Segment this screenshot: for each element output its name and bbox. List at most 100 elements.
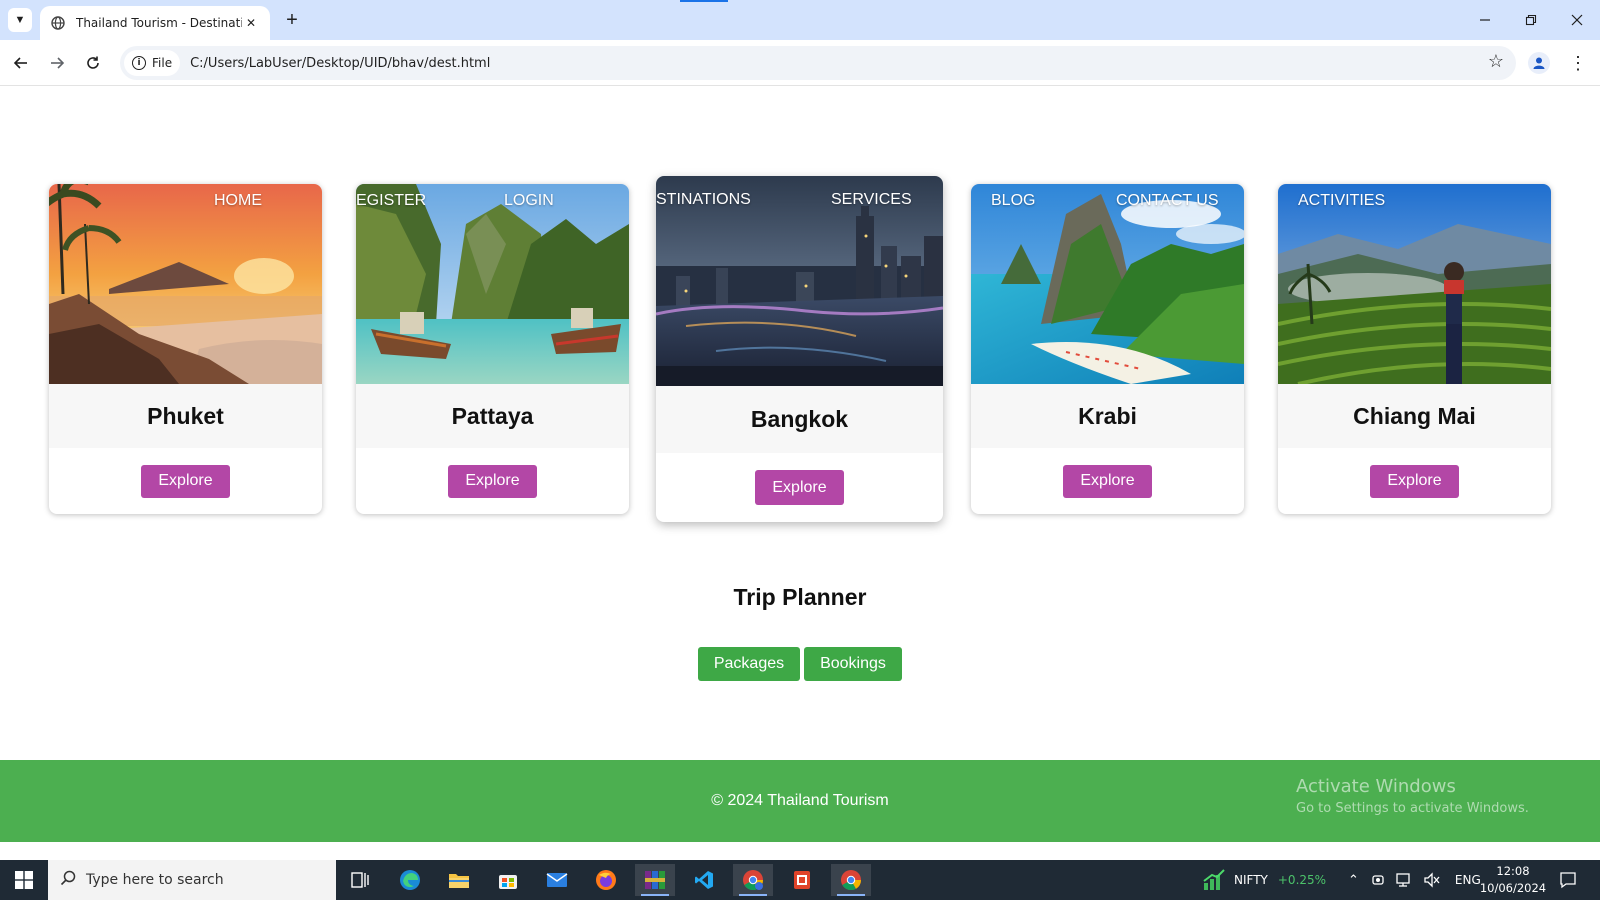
profile-avatar-icon[interactable]: [1528, 52, 1550, 74]
browser-toolbar: i File C:/Users/LabUser/Desktop/UID/bhav…: [0, 40, 1600, 86]
site-info-label: File: [152, 56, 173, 70]
windows-taskbar: Type here to search NIFTY +0.25% ⌃ ENG 1…: [0, 860, 1600, 900]
windows-logo-icon: [15, 871, 33, 889]
card-actions: Explore: [971, 448, 1244, 514]
chevron-up-icon[interactable]: ⌃: [1348, 873, 1359, 888]
bookmark-star-icon[interactable]: ☆: [1488, 51, 1504, 72]
taskbar-chrome[interactable]: [831, 864, 871, 896]
explore-button-phuket[interactable]: Explore: [141, 464, 230, 498]
taskbar-mail[interactable]: [537, 864, 577, 896]
destination-name: Krabi: [1078, 402, 1137, 429]
nav-link-destinations[interactable]: STINATIONS: [656, 191, 751, 209]
back-button[interactable]: [8, 50, 34, 76]
chrome-icon: [841, 870, 862, 891]
destination-card-chiang-mai: ACTIVITIES Chiang Mai Explore: [1278, 184, 1551, 514]
destination-card-bangkok: STINATIONS SERVICES Bangkok Explore: [656, 176, 943, 522]
taskbar-clock[interactable]: 12:08 10/06/2024: [1478, 863, 1548, 897]
meeting-camera-icon[interactable]: [1371, 872, 1385, 888]
explore-button-chiang-mai[interactable]: Explore: [1370, 464, 1459, 498]
bookings-button[interactable]: Bookings: [804, 647, 902, 681]
taskbar-file-explorer[interactable]: [439, 864, 479, 896]
volume-muted-icon[interactable]: [1423, 872, 1441, 888]
close-tab-icon[interactable]: ✕: [242, 16, 260, 30]
destination-card-krabi: BLOG CONTACT US Krabi Explore: [971, 184, 1244, 514]
task-view-icon: [351, 872, 369, 888]
start-button[interactable]: [0, 860, 48, 900]
input-language[interactable]: ENG: [1455, 873, 1481, 887]
browser-tab-active[interactable]: Thailand Tourism - Destinations ✕: [40, 6, 270, 40]
info-icon: i: [132, 56, 146, 70]
edge-browser-icon: [400, 870, 420, 890]
running-indicator: [739, 894, 767, 896]
stock-change: +0.25%: [1277, 873, 1327, 887]
notification-icon: [1560, 872, 1576, 889]
more-menu-icon[interactable]: ⋮: [1568, 50, 1588, 76]
taskbar-winrar[interactable]: [635, 864, 675, 896]
nav-link-activities[interactable]: ACTIVITIES: [1298, 192, 1385, 210]
running-indicator: [837, 894, 865, 896]
store-bag-icon: [499, 875, 517, 889]
card-actions: Explore: [1278, 448, 1551, 514]
reload-button[interactable]: [80, 50, 106, 76]
taskbar-chrome-profile[interactable]: [733, 864, 773, 896]
address-bar[interactable]: i File C:/Users/LabUser/Desktop/UID/bhav…: [120, 46, 1516, 80]
close-icon: [1571, 14, 1583, 26]
nav-link-contact-us[interactable]: CONTACT US: [1116, 192, 1219, 210]
explore-button-pattaya[interactable]: Explore: [448, 464, 537, 498]
chiang-mai-terraces-image: ACTIVITIES: [1278, 184, 1551, 384]
activate-windows-watermark: Activate Windows Go to Settings to activ…: [1296, 776, 1529, 816]
taskbar-vscode[interactable]: [684, 864, 724, 896]
stock-widget[interactable]: NIFTY +0.25%: [1202, 860, 1326, 900]
close-window-button[interactable]: [1562, 8, 1592, 32]
minimize-button[interactable]: [1470, 8, 1500, 32]
watermark-subtitle: Go to Settings to activate Windows.: [1296, 801, 1529, 816]
tab-search-button[interactable]: ▼: [8, 8, 32, 32]
search-icon: [60, 870, 76, 891]
nav-link-home[interactable]: HOME: [214, 192, 262, 210]
task-view-button[interactable]: [340, 864, 380, 896]
new-tab-button[interactable]: +: [280, 8, 304, 32]
vscode-icon: [695, 871, 713, 889]
office-document-icon: [794, 871, 810, 889]
explore-button-bangkok[interactable]: Explore: [755, 470, 844, 505]
restore-button[interactable]: [1516, 8, 1546, 32]
krabi-beach-image: BLOG CONTACT US: [971, 184, 1244, 384]
packages-button[interactable]: Packages: [698, 647, 800, 681]
card-name-band: Bangkok: [656, 386, 943, 453]
nav-link-login[interactable]: LOGIN: [504, 192, 554, 210]
trip-planner-heading: Trip Planner: [733, 584, 867, 610]
bangkok-skyline-image: STINATIONS SERVICES: [656, 176, 943, 386]
url-text[interactable]: C:/Users/LabUser/Desktop/UID/bhav/dest.h…: [190, 56, 490, 71]
firefox-icon: [596, 870, 616, 890]
destination-name: Phuket: [147, 402, 224, 429]
card-actions: Explore: [49, 448, 322, 514]
clock-time: 12:08: [1496, 864, 1530, 878]
taskbar-office-app[interactable]: [782, 864, 822, 896]
plus-icon: +: [286, 8, 298, 31]
taskbar-store[interactable]: [488, 864, 528, 896]
destination-name: Bangkok: [750, 406, 849, 432]
globe-icon: [50, 15, 66, 31]
nav-link-register[interactable]: EGISTER: [356, 192, 426, 210]
site-info-chip[interactable]: i File: [124, 50, 181, 76]
destination-card-pattaya: EGISTER LOGIN Pattaya Explore: [356, 184, 629, 514]
notifications-button[interactable]: [1548, 864, 1588, 896]
nav-link-blog[interactable]: BLOG: [991, 192, 1035, 210]
nav-link-services[interactable]: SERVICES: [831, 191, 912, 209]
card-name-band: Phuket: [49, 384, 322, 448]
restore-icon: [1525, 14, 1537, 26]
destination-card-phuket: HOME Phuket Explore: [49, 184, 322, 514]
taskbar-search-box[interactable]: Type here to search: [48, 860, 336, 900]
browser-tab-strip: ▼ Thailand Tourism - Destinations ✕ +: [0, 0, 1600, 40]
footer-copyright: © 2024 Thailand Tourism: [711, 792, 889, 809]
clock-date: 10/06/2024: [1479, 881, 1547, 895]
taskbar-edge[interactable]: [390, 864, 430, 896]
network-icon[interactable]: [1395, 872, 1413, 888]
forward-button[interactable]: [44, 50, 70, 76]
phuket-beach-sunset-image: HOME: [49, 184, 322, 384]
card-actions: Explore: [656, 453, 943, 522]
page-footer: © 2024 Thailand Tourism Activate Windows…: [0, 760, 1600, 842]
explore-button-krabi[interactable]: Explore: [1063, 464, 1152, 498]
tab-title: Thailand Tourism - Destinations: [76, 16, 242, 30]
taskbar-firefox[interactable]: [586, 864, 626, 896]
